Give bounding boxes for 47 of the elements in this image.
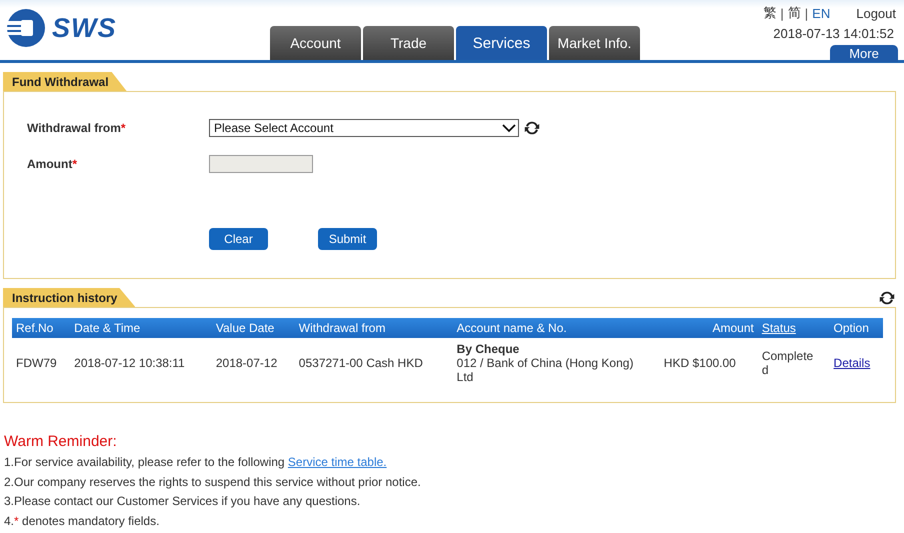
refresh-icon[interactable] [523,119,541,137]
section-title: Fund Withdrawal [3,72,127,91]
column-header: Value Date [212,318,295,338]
column-header[interactable]: Status [758,318,830,338]
column-header: Date & Time [70,318,212,338]
logo-text: SWS [52,12,117,44]
column-header: Ref.No [12,318,70,338]
status-cell: Completed [762,349,814,377]
separator: | [804,6,808,20]
payment-method: By Cheque [456,342,520,356]
reminder-item: 4.* denotes mandatory fields. [4,512,160,530]
logout-link[interactable]: Logout [856,6,896,20]
table-cell: 2018-07-12 10:38:11 [70,338,212,388]
table-cell: 0537271-00 Cash HKD [294,338,453,388]
table-cell: FDW79 [12,338,70,388]
nav-tab[interactable]: Account [270,26,361,60]
nav-tab[interactable]: Services [456,26,547,60]
timetable-link[interactable]: Service time table. [288,455,387,469]
language-link[interactable]: EN [812,6,830,20]
logo-icon [4,8,48,48]
account-select[interactable]: Please Select Account [209,119,519,137]
column-header: Withdrawal from [294,318,453,338]
language-link[interactable]: 简 [788,4,801,22]
nav-tab[interactable]: Trade [363,26,454,60]
section-title: Instruction history [3,288,136,307]
caret-icon [502,123,516,133]
details-link[interactable]: Details [834,356,870,370]
field-label: Withdrawal from* [27,121,127,135]
nav-tab[interactable]: Market Info. [549,26,640,60]
form-button[interactable]: Submit [318,228,377,250]
date-time: 2018-07-13 14:01:52 [773,26,894,41]
reload-icon[interactable] [878,289,896,307]
column-header: Amount [640,318,758,338]
language-link[interactable]: 繁 [763,4,776,22]
bank-account: 012 / Bank of China (Hong Kong) Ltd [456,356,634,384]
table-cell: 2018-07-12 [212,338,295,388]
reminder-item: 3.Please contact our Customer Services if you have any questions. [4,493,362,510]
reminder-title: Warm Reminder: [4,433,118,450]
separator: | [780,6,784,20]
table-cell: HKD $100.00 [640,338,758,388]
column-header: Option [830,318,883,338]
field-label: Amount* [27,157,78,171]
reminder-item: 1.For service availability, please refer to the following Service time table. [4,454,388,471]
reminder-item: 2.Our company reserves the rights to suspend this service without prior notice. [4,474,422,490]
form-button[interactable]: Clear [209,228,268,250]
column-header: Account name & No. [452,318,641,338]
more-tab[interactable]: More [830,45,898,62]
